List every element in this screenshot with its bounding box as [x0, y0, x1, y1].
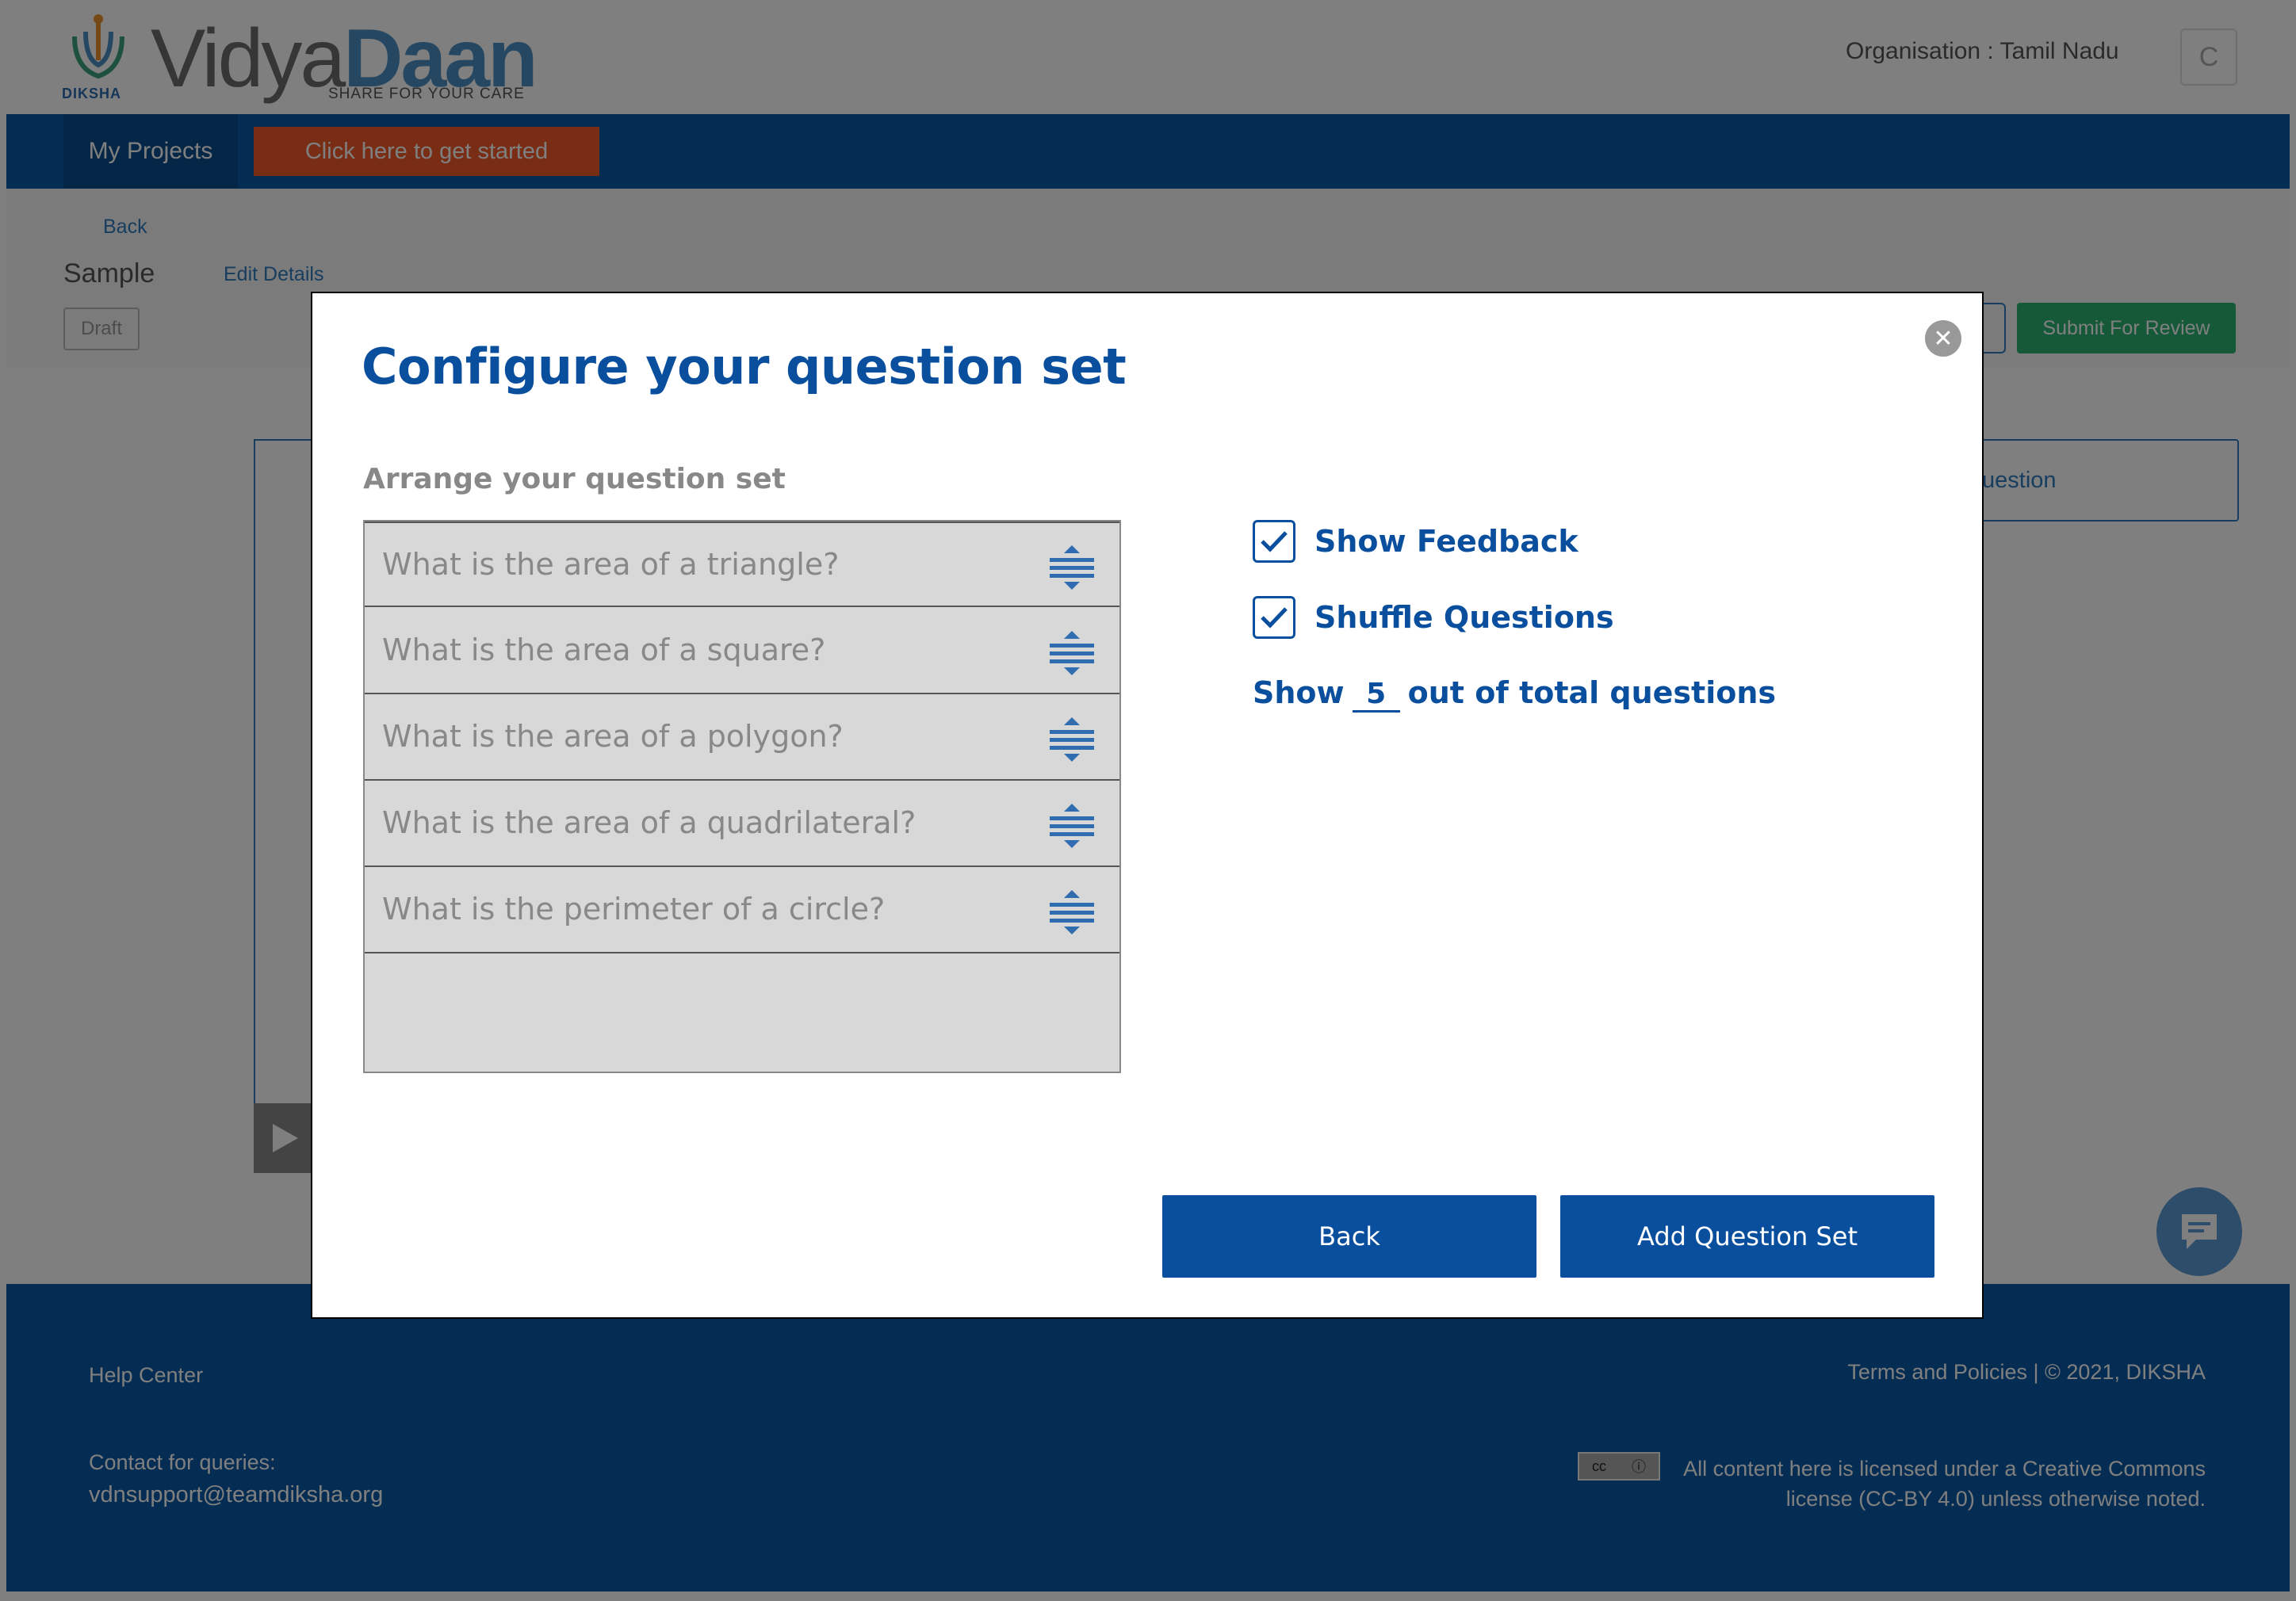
- drag-handle-icon[interactable]: [1047, 542, 1097, 593]
- checkmark-icon: [1261, 607, 1288, 629]
- drag-handle-icon[interactable]: [1047, 628, 1097, 678]
- add-question-set-button[interactable]: Add Question Set: [1560, 1195, 1934, 1278]
- close-icon[interactable]: ✕: [1925, 320, 1961, 357]
- question-list: What is the area of a triangle? What is …: [363, 520, 1121, 1073]
- configure-question-set-modal: Configure your question set ✕ Arrange yo…: [311, 292, 1984, 1319]
- shuffle-questions-label: Shuffle Questions: [1314, 600, 1614, 635]
- drag-handle-icon[interactable]: [1047, 800, 1097, 851]
- show-feedback-option[interactable]: Show Feedback: [1253, 520, 1578, 563]
- arrange-label: Arrange your question set: [363, 463, 786, 495]
- drag-handle-icon[interactable]: [1047, 887, 1097, 938]
- show-prefix: Show: [1253, 675, 1345, 710]
- show-feedback-label: Show Feedback: [1314, 524, 1578, 559]
- question-item[interactable]: What is the area of a polygon?: [365, 695, 1119, 781]
- question-text: What is the area of a square?: [382, 632, 826, 667]
- shuffle-questions-checkbox[interactable]: [1253, 596, 1295, 639]
- question-text: What is the area of a triangle?: [382, 547, 840, 582]
- drag-handle-icon[interactable]: [1047, 714, 1097, 765]
- checkmark-icon: [1261, 531, 1288, 552]
- show-count-row: Show out of total questions: [1253, 675, 1776, 713]
- question-text: What is the area of a polygon?: [382, 719, 844, 754]
- question-count-input[interactable]: [1352, 678, 1400, 713]
- question-item[interactable]: What is the area of a square?: [365, 609, 1119, 694]
- question-item[interactable]: What is the area of a quadrilateral?: [365, 781, 1119, 867]
- back-button[interactable]: Back: [1162, 1195, 1536, 1278]
- show-suffix: out of total questions: [1407, 675, 1777, 710]
- question-item[interactable]: What is the perimeter of a circle?: [365, 868, 1119, 953]
- shuffle-questions-option[interactable]: Shuffle Questions: [1253, 596, 1614, 639]
- show-feedback-checkbox[interactable]: [1253, 520, 1295, 563]
- question-text: What is the perimeter of a circle?: [382, 892, 886, 927]
- question-item[interactable]: What is the area of a triangle?: [365, 522, 1119, 607]
- modal-title: Configure your question set: [362, 338, 1127, 395]
- question-text: What is the area of a quadrilateral?: [382, 805, 916, 840]
